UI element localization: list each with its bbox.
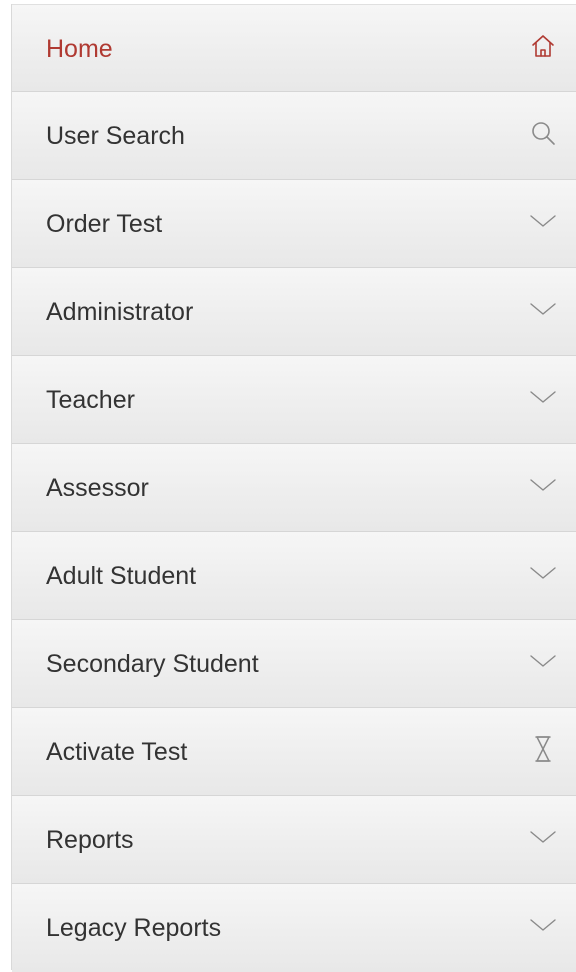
chevron-down-icon bbox=[528, 382, 558, 412]
chevron-down-icon bbox=[528, 822, 558, 852]
hourglass-icon bbox=[528, 734, 558, 764]
nav-item-legacy-reports[interactable]: Legacy Reports bbox=[12, 884, 576, 972]
nav-item-label: Home bbox=[46, 35, 113, 63]
nav-item-label: Teacher bbox=[46, 386, 135, 414]
chevron-down-icon bbox=[528, 558, 558, 588]
chevron-down-icon bbox=[528, 470, 558, 500]
nav-item-teacher[interactable]: Teacher bbox=[12, 356, 576, 444]
nav-item-user-search[interactable]: User Search bbox=[12, 92, 576, 180]
chevron-down-icon bbox=[528, 646, 558, 676]
nav-item-label: Legacy Reports bbox=[46, 914, 222, 942]
nav-item-label: Activate Test bbox=[46, 738, 188, 766]
chevron-down-icon bbox=[528, 294, 558, 324]
nav-item-assessor[interactable]: Assessor bbox=[12, 444, 576, 532]
nav-item-administrator[interactable]: Administrator bbox=[12, 268, 576, 356]
nav-item-home[interactable]: Home bbox=[12, 4, 576, 92]
nav-item-adult-student[interactable]: Adult Student bbox=[12, 532, 576, 620]
nav-item-label: Secondary Student bbox=[46, 650, 259, 678]
chevron-down-icon bbox=[528, 910, 558, 940]
nav-item-label: Reports bbox=[46, 826, 134, 854]
home-icon bbox=[528, 31, 558, 61]
nav-item-activate-test[interactable]: Activate Test bbox=[12, 708, 576, 796]
nav-item-label: Assessor bbox=[46, 474, 149, 502]
nav-item-secondary-student[interactable]: Secondary Student bbox=[12, 620, 576, 708]
nav-item-label: Administrator bbox=[46, 298, 194, 326]
nav-item-order-test[interactable]: Order Test bbox=[12, 180, 576, 268]
nav-item-label: Adult Student bbox=[46, 562, 197, 590]
nav-item-label: User Search bbox=[46, 122, 185, 150]
nav-item-reports[interactable]: Reports bbox=[12, 796, 576, 884]
search-icon bbox=[528, 118, 558, 148]
chevron-down-icon bbox=[528, 206, 558, 236]
side-navigation: Home User Search Order Test Administrato… bbox=[11, 4, 576, 972]
nav-item-label: Order Test bbox=[46, 210, 163, 238]
